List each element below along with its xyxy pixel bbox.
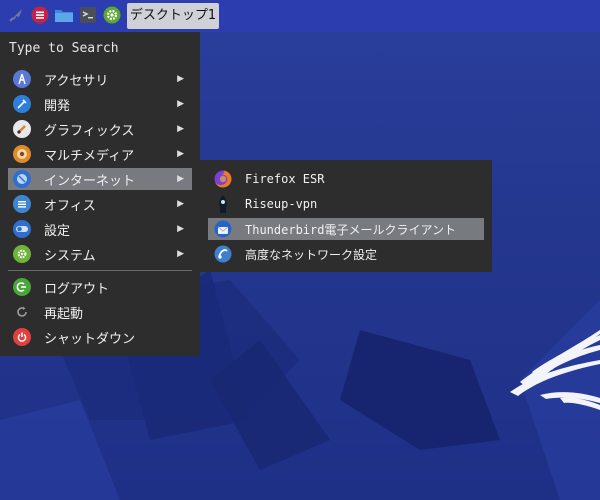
menu-item-label: マルチメディア	[44, 148, 135, 164]
menu-item-label: インターネット	[44, 173, 136, 189]
submenu-arrow-icon: ▶	[177, 149, 184, 159]
menu-item-label: 設定	[44, 223, 71, 239]
menu-item-reboot[interactable]: 再起動	[8, 301, 192, 323]
submenu-item-riseup-vpn[interactable]: Riseup-vpn	[208, 193, 484, 215]
menu-item-graphics[interactable]: グラフィックス ▶	[8, 118, 192, 140]
menu-item-shutdown[interactable]: シャットダウン	[8, 326, 192, 348]
menu-item-settings[interactable]: 設定 ▶	[8, 218, 192, 240]
search-placeholder[interactable]: Type to Search	[9, 41, 119, 56]
submenu-item-network-settings[interactable]: 高度なネットワーク設定	[208, 243, 484, 265]
submenu-item-label: Riseup-vpn	[245, 197, 318, 211]
menu-item-label: 再起動	[44, 306, 84, 322]
submenu-arrow-icon: ▶	[177, 74, 184, 84]
application-menu: Type to Search アクセサリ ▶ 開発 ▶ グラフィックス ▶ マル…	[0, 32, 200, 356]
submenu-arrow-icon: ▶	[177, 99, 184, 109]
graphics-icon	[13, 120, 31, 138]
menu-item-office[interactable]: オフィス ▶	[8, 193, 192, 215]
menu-item-development[interactable]: 開発 ▶	[8, 93, 192, 115]
reboot-icon	[13, 303, 31, 321]
menu-item-label: ログアウト	[44, 281, 110, 297]
menu-item-label: オフィス	[44, 198, 96, 214]
taskbar: デスクトップ1	[0, 0, 600, 32]
firefox-icon	[213, 169, 233, 189]
internet-icon	[13, 170, 31, 188]
internet-submenu: Firefox ESR Riseup-vpn Thunderbird電子メールク…	[200, 160, 492, 272]
accessories-icon	[13, 70, 31, 88]
submenu-arrow-icon: ▶	[177, 124, 184, 134]
submenu-item-label: Firefox ESR	[245, 172, 325, 186]
submenu-arrow-icon: ▶	[177, 224, 184, 234]
office-icon	[13, 195, 31, 213]
menu-separator	[8, 270, 192, 271]
submenu-item-firefox[interactable]: Firefox ESR	[208, 168, 484, 190]
settings-toggle-icon	[13, 220, 31, 238]
power-icon	[13, 328, 31, 346]
menu-item-multimedia[interactable]: マルチメディア ▶	[8, 143, 192, 165]
thunderbird-icon	[213, 219, 233, 239]
menu-item-system[interactable]: システム ▶	[8, 243, 192, 265]
terminal-icon[interactable]	[78, 5, 98, 25]
menu-item-label: シャットダウン	[44, 331, 136, 347]
logout-icon	[13, 278, 31, 296]
submenu-item-label: 高度なネットワーク設定	[245, 247, 378, 262]
submenu-arrow-icon: ▶	[177, 199, 184, 209]
multimedia-icon	[13, 145, 31, 163]
network-settings-icon	[213, 244, 233, 264]
menu-item-logout[interactable]: ログアウト	[8, 276, 192, 298]
menu-item-label: 開発	[44, 98, 71, 114]
submenu-arrow-icon: ▶	[177, 249, 184, 259]
menu-item-accessories[interactable]: アクセサリ ▶	[8, 68, 192, 90]
submenu-item-label: Thunderbird電子メールクライアント	[245, 222, 456, 237]
menu-icon[interactable]	[30, 5, 50, 25]
development-icon	[13, 95, 31, 113]
submenu-arrow-icon: ▶	[177, 174, 184, 184]
menu-item-label: システム	[44, 248, 96, 264]
menu-item-label: アクセサリ	[44, 73, 109, 89]
workspace-button[interactable]: デスクトップ1	[127, 3, 219, 29]
rocket-icon[interactable]	[6, 5, 26, 25]
menu-item-internet[interactable]: インターネット ▶	[8, 168, 192, 190]
system-gear-icon	[13, 245, 31, 263]
riseup-vpn-icon	[213, 194, 233, 214]
menu-item-label: グラフィックス	[44, 123, 135, 139]
settings-icon[interactable]	[102, 5, 122, 25]
folder-icon[interactable]	[54, 5, 74, 25]
submenu-item-thunderbird[interactable]: Thunderbird電子メールクライアント	[208, 218, 484, 240]
